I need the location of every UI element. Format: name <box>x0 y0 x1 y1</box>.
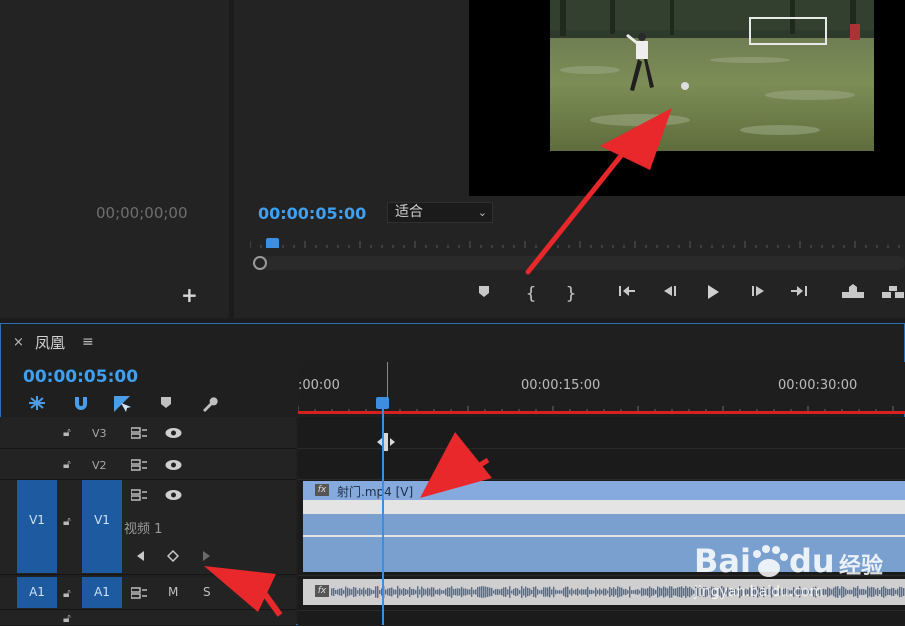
play-icon <box>708 285 719 299</box>
snap-button[interactable] <box>72 395 90 415</box>
step-back-button[interactable] <box>657 284 683 304</box>
fx-badge[interactable]: fx <box>315 484 329 496</box>
solo-button[interactable]: S <box>203 585 211 599</box>
lock-icon[interactable]: 🔓︎ <box>63 425 71 440</box>
mark-out-button[interactable]: } <box>558 284 584 304</box>
ruler-label: 00:00:15:00 <box>521 378 601 393</box>
magnet-icon <box>75 397 87 410</box>
playhead-line[interactable] <box>382 400 384 625</box>
add-button[interactable]: + <box>181 283 198 307</box>
eye-icon[interactable] <box>165 459 182 471</box>
track-target-v1[interactable]: V1 <box>82 480 122 573</box>
chevron-down-icon: ⌄ <box>477 206 487 219</box>
program-zoom-scrollbar[interactable] <box>253 256 905 270</box>
track-header-v2: 🔓︎ V2 <box>0 449 296 480</box>
timeline-settings-button[interactable] <box>200 395 218 417</box>
work-area-bar[interactable] <box>298 411 905 414</box>
lock-icon[interactable]: 🔓︎ <box>63 586 71 601</box>
marker-icon <box>479 286 489 297</box>
watermark-url: jingyan.baidu.com <box>694 584 824 600</box>
source-timecode[interactable]: 00;00;00;00 <box>96 204 188 222</box>
track-target-a1[interactable]: A1 <box>82 577 122 608</box>
extract-icon <box>882 286 904 298</box>
add-marker-button[interactable] <box>159 395 173 413</box>
go-to-out-button[interactable] <box>786 284 812 304</box>
wrench-icon <box>203 397 218 412</box>
step-forward-icon <box>752 286 764 296</box>
fit-select-value: 适合 <box>395 204 423 220</box>
watermark-brand-du: du <box>789 542 835 580</box>
go-to-out-icon <box>791 286 807 296</box>
timeline-ruler[interactable]: :00:00 00:00:15:00 00:00:30:00 <box>298 362 905 414</box>
next-keyframe-icon[interactable] <box>200 550 212 562</box>
track-headers: 🔓︎ V3 🔓︎ V2 V1 🔓︎ V1 视频 1 A1 🔓︎ A1 M S 🔓… <box>0 417 296 626</box>
track-label[interactable]: 视频 1 <box>124 518 162 537</box>
timeline-timecode[interactable]: 00:00:05:00 <box>23 367 138 387</box>
lock-icon[interactable]: 🔓︎ <box>63 457 71 472</box>
nest-icon <box>29 396 45 410</box>
mute-button[interactable]: M <box>168 585 178 599</box>
mark-in-button[interactable]: { <box>518 284 544 304</box>
scrollbar-handle[interactable] <box>253 256 267 270</box>
source-patch-v1[interactable]: V1 <box>17 480 57 573</box>
nest-toggle-button[interactable] <box>28 395 46 415</box>
source-patch-a1[interactable]: A1 <box>17 577 57 608</box>
watermark-logo: Bai du 经验 <box>694 542 904 582</box>
fx-badge[interactable]: fx <box>315 585 329 597</box>
video-frame-image <box>550 0 874 151</box>
track-header-a2: 🔓︎ <box>0 611 296 626</box>
step-back-icon <box>664 286 676 296</box>
go-to-in-icon <box>619 286 635 296</box>
ruler-label: :00:00 <box>298 378 340 393</box>
eye-icon[interactable] <box>165 427 182 439</box>
panel-menu-icon[interactable]: ≡ <box>82 334 94 350</box>
track-header-v3: 🔓︎ V3 <box>0 417 296 449</box>
playhead-guide <box>387 362 388 400</box>
program-playhead[interactable] <box>266 238 279 248</box>
paw-icon <box>753 545 788 577</box>
track-header-v1: V1 🔓︎ V1 视频 1 <box>0 480 296 575</box>
add-marker-button[interactable] <box>471 284 497 304</box>
track-name[interactable]: V3 <box>92 427 107 440</box>
ruler-label: 00:00:30:00 <box>778 378 858 393</box>
sync-lock-icon[interactable] <box>131 459 147 471</box>
lock-icon[interactable]: 🔓︎ <box>63 514 71 529</box>
track-header-a1: A1 🔓︎ A1 M S <box>0 577 296 610</box>
clip-title-bar: fx 射门.mp4 [V] <box>303 481 905 500</box>
clip-name: 射门.mp4 [V] <box>337 485 414 499</box>
source-monitor-panel: 00;00;00;00 + <box>0 0 229 318</box>
step-forward-button[interactable] <box>745 284 771 304</box>
eye-icon[interactable] <box>165 489 182 501</box>
lock-icon[interactable]: 🔓︎ <box>63 611 71 626</box>
extract-button[interactable] <box>880 284 905 304</box>
opacity-line[interactable] <box>303 535 905 537</box>
linked-selection-icon <box>114 396 131 412</box>
program-timecode[interactable]: 00:00:05:00 <box>258 204 366 223</box>
linked-selection-button[interactable] <box>113 395 133 417</box>
sync-lock-icon[interactable] <box>131 489 147 501</box>
sync-lock-icon[interactable] <box>131 427 147 439</box>
marker-icon <box>161 397 171 408</box>
fit-select[interactable]: 适合 ⌄ <box>387 202 493 223</box>
lift-icon <box>842 284 864 298</box>
mark-in-icon: { <box>525 284 537 304</box>
previous-keyframe-icon[interactable] <box>135 550 147 562</box>
watermark-brand: Bai <box>694 542 751 580</box>
play-button[interactable] <box>700 284 726 304</box>
watermark-brand-cn: 经验 <box>839 554 884 579</box>
mark-out-icon: } <box>565 284 577 304</box>
track-name[interactable]: V2 <box>92 459 107 472</box>
clip-stripe <box>303 500 905 514</box>
sync-lock-icon[interactable] <box>131 587 147 599</box>
ripple-cursor-icon <box>377 433 395 451</box>
close-icon[interactable]: × <box>13 335 24 350</box>
add-keyframe-icon[interactable] <box>167 550 179 562</box>
go-to-in-button[interactable] <box>614 284 640 304</box>
lift-button[interactable] <box>840 284 866 304</box>
sequence-tab-title[interactable]: 凤凰 <box>35 332 65 353</box>
program-time-ruler[interactable] <box>250 236 905 248</box>
